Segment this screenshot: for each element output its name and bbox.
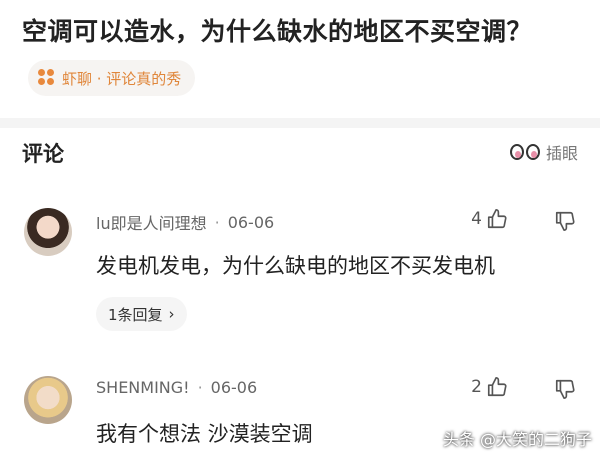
source-tag[interactable]: 虾聊 · 评论真的秀	[28, 60, 196, 96]
thumbs-up-icon	[487, 377, 507, 397]
comments-header: 评论	[22, 142, 64, 166]
section-divider	[0, 118, 600, 128]
like-button[interactable]: 2	[471, 376, 508, 398]
comment-item: lu即是人间理想 · 06-06 4 发电机发电，为什么缺电的地区不买发电机 1…	[0, 200, 600, 340]
username[interactable]: lu即是人间理想	[96, 210, 207, 234]
comment-meta: lu即是人间理想 · 06-06	[96, 210, 274, 234]
reply-label: 1条回复	[108, 305, 163, 324]
meta-separator: ·	[214, 212, 220, 232]
source-label: 虾聊 · 评论真的秀	[62, 69, 182, 88]
like-count: 2	[471, 377, 482, 397]
comment-date: 06-06	[210, 378, 258, 397]
avatar[interactable]	[24, 376, 72, 424]
like-count: 4	[471, 209, 482, 229]
comment-text: 我有个想法 沙漠装空调	[96, 422, 313, 446]
source-logo-icon	[38, 69, 56, 87]
peek-label: 插眼	[545, 144, 578, 163]
avatar[interactable]	[24, 208, 72, 256]
thumbs-down-icon[interactable]	[554, 378, 576, 400]
comment-meta: SHENMING! · 06-06	[96, 378, 257, 397]
eyes-icon	[509, 144, 540, 160]
comment-text: 发电机发电，为什么缺电的地区不买发电机	[96, 254, 495, 278]
comment-date: 06-06	[227, 212, 275, 232]
like-button[interactable]: 4	[471, 208, 508, 230]
username[interactable]: SHENMING!	[96, 378, 190, 397]
meta-separator: ·	[197, 378, 203, 397]
reply-button[interactable]: 1条回复 ›	[96, 297, 187, 331]
peek-button[interactable]: 插眼	[509, 140, 578, 164]
thumbs-down-icon[interactable]	[554, 210, 576, 232]
chevron-right-icon: ›	[168, 305, 175, 323]
thumbs-up-icon	[487, 209, 507, 229]
question-title: 空调可以造水，为什么缺水的地区不买空调？	[22, 17, 533, 46]
watermark: 头条 @大笑的二狗子	[442, 430, 592, 449]
